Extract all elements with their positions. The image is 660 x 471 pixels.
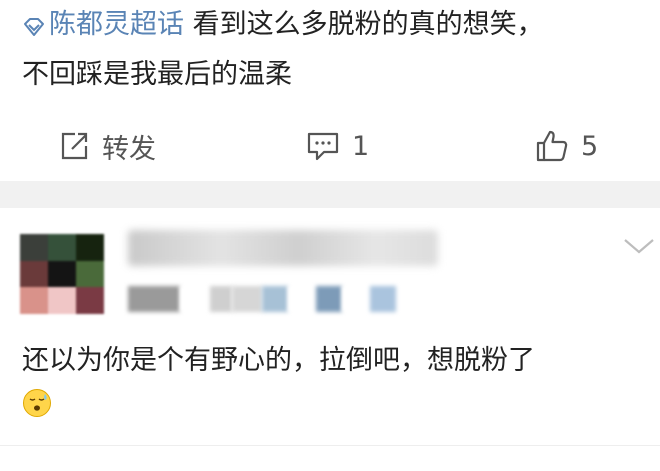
bottom-divider	[0, 445, 660, 446]
chevron-down-icon[interactable]	[622, 236, 656, 260]
comment-count: 1	[352, 130, 370, 162]
comment-icon	[306, 130, 340, 162]
like-count: 5	[581, 130, 599, 162]
blurred-username[interactable]	[128, 230, 438, 266]
supertopic-icon	[22, 6, 49, 52]
sweat-smile-emoji-icon	[22, 388, 52, 422]
comment-button[interactable]: 1	[306, 118, 369, 174]
topic-link[interactable]: 陈都灵超话	[22, 9, 184, 40]
thumbs-up-icon	[535, 129, 569, 163]
blurred-user-meta	[128, 286, 396, 312]
avatar[interactable]	[20, 234, 104, 314]
post-text-2: 不回踩是我最后的温柔	[22, 59, 292, 90]
post-body: 陈都灵超话 看到这么多脱粉的真的想笑， 不回踩是我最后的温柔	[22, 2, 652, 98]
comment-text: 还以为你是个有野心的，拉倒吧，想脱粉了	[22, 345, 535, 376]
repost-icon	[58, 130, 90, 162]
post-line-1: 陈都灵超话 看到这么多脱粉的真的想笑，	[22, 2, 652, 52]
topic-name: 陈都灵超话	[49, 9, 184, 40]
like-button[interactable]: 5	[535, 118, 598, 174]
repost-button[interactable]: 转发	[58, 118, 156, 174]
post-text-1: 看到这么多脱粉的真的想笑，	[184, 9, 544, 40]
section-divider	[0, 181, 660, 208]
action-bar: 转发 1 5	[0, 118, 660, 174]
repost-label: 转发	[102, 133, 156, 165]
